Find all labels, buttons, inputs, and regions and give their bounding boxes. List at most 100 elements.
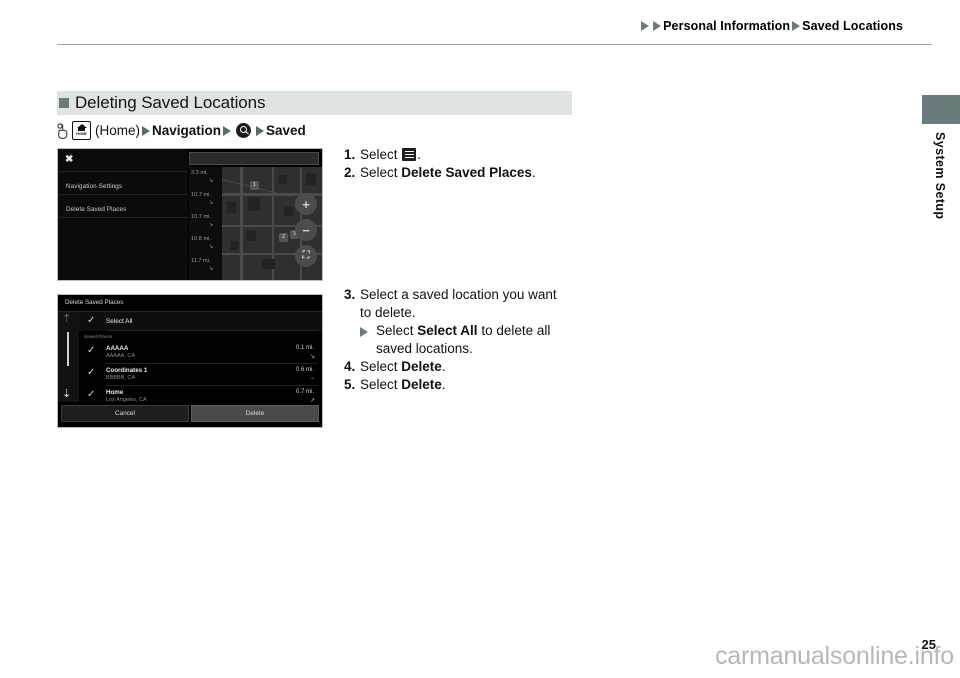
substep-arrow-icon [360, 327, 368, 337]
table-row[interactable]: ✓ Coordinates 1 BBBBB, CA 0.6 mi. → [79, 364, 322, 386]
checkmark-icon[interactable]: ✓ [87, 346, 97, 356]
saved-place-address: BBBBB, CA [106, 375, 136, 381]
path-arrow-icon [256, 125, 265, 136]
menu-item-navigation-settings[interactable]: Navigation Settings [66, 183, 122, 190]
step-1-text: Select [360, 147, 398, 162]
distance-label: 10.8 mi. ↘ [191, 236, 214, 250]
hamburger-menu-icon [402, 148, 417, 161]
cancel-button[interactable]: Cancel [61, 404, 189, 422]
direction-arrow-icon: ↘ [309, 354, 315, 360]
zoom-in-icon[interactable]: + [295, 193, 317, 215]
direction-arrow-icon: → [309, 375, 315, 381]
table-row[interactable]: ✓ AAAAA AAAAA, CA 0.1 mi. ↘ [79, 342, 322, 364]
chapter-label: System Setup [933, 132, 947, 220]
step-4-pre: Select [360, 359, 402, 374]
saved-place-name: Coordinates 1 [106, 367, 148, 374]
substep-mid: to delete all [477, 323, 551, 338]
divider [58, 194, 188, 195]
dialog-title: Delete Saved Places [65, 299, 124, 306]
substep-bold: Select All [417, 323, 478, 338]
scroll-down-icon[interactable]: ⇣ [62, 389, 71, 400]
scrollbar[interactable]: ⇡ ⇣ [58, 312, 79, 402]
screenshot-navigation-menu: ✖ Navigation Settings Delete Saved Place… [57, 148, 323, 281]
menu-item-delete-saved-places[interactable]: Delete Saved Places [66, 206, 126, 213]
map-pin[interactable]: 2 [279, 233, 288, 242]
home-body [78, 127, 85, 131]
step-4: 4. Select Delete. [344, 358, 594, 376]
divider [58, 171, 188, 172]
breadcrumb-arrow-icon [653, 21, 662, 31]
group-label-saved-places: Saved Places [84, 334, 113, 339]
checkmark-icon[interactable]: ✓ [87, 316, 97, 326]
distance-label: 10.7 mi. ↘ [191, 192, 214, 206]
checkmark-icon[interactable]: ✓ [87, 368, 97, 378]
step-5: 5. Select Delete. [344, 376, 594, 394]
step-3-line1: Select a saved location you want [360, 287, 557, 302]
breadcrumb-item-personal-information: Personal Information [663, 19, 791, 33]
breadcrumb-item-saved-locations: Saved Locations [802, 19, 903, 33]
step-5-pre: Select [360, 377, 402, 392]
instruction-steps-1-2: 1. Select . 2. Select Delete Saved Places… [344, 146, 604, 182]
page-title: Deleting Saved Locations [75, 93, 266, 112]
delete-button[interactable]: Delete [191, 404, 319, 422]
step-2-pre: Select [360, 165, 402, 180]
step-1-period: . [417, 147, 422, 162]
breadcrumb-arrow-icon [792, 21, 801, 31]
direction-arrow-icon: ↘ [208, 222, 214, 228]
zoom-out-icon[interactable]: − [295, 219, 317, 241]
map-block [306, 173, 316, 185]
step-number: 3. [344, 287, 356, 302]
step-number: 2. [344, 165, 356, 180]
map-block [248, 197, 260, 211]
list-item-select-all[interactable]: ✓ Select All [79, 312, 322, 331]
path-home-text: (Home) [95, 123, 141, 138]
screenshot-delete-saved-places: Delete Saved Places ⇡ ⇣ ✓ Select All Sav… [57, 294, 323, 428]
nav-menu-panel: ✖ Navigation Settings Delete Saved Place… [58, 149, 188, 280]
substep-line2: saved locations. [376, 341, 473, 356]
header-divider [57, 44, 932, 45]
scrollbar-thumb[interactable] [67, 332, 69, 366]
path-arrow-icon [223, 125, 232, 136]
home-button-icon: HOME [72, 121, 91, 140]
saved-place-distance: 0.1 mi. [295, 345, 314, 351]
map-pin[interactable]: 1 [250, 181, 259, 190]
instruction-steps-3-5: 3. Select a saved location you want to de… [344, 286, 594, 394]
search-bar[interactable] [189, 152, 319, 165]
menu-path: HOME (Home) Navigation Saved [57, 121, 306, 140]
search-icon [236, 123, 252, 138]
hand-pointer-icon [57, 122, 68, 139]
breadcrumb: Personal Information Saved Locations [639, 19, 903, 33]
step-number: 4. [344, 359, 356, 374]
direction-arrow-icon: ↘ [208, 266, 214, 272]
breadcrumb-arrow-icon [641, 21, 650, 31]
step-2-post: . [531, 165, 536, 180]
scroll-up-icon[interactable]: ⇡ [62, 314, 71, 325]
page-number: 25 [921, 637, 936, 652]
distance-column: 3.3 mi. ↘ 10.7 mi. ↘ 10.7 mi. ↘ 10.8 mi. ↘ 1… [189, 167, 222, 280]
path-saved: Saved [266, 123, 306, 138]
select-all-label: Select All [106, 318, 133, 325]
step-3: 3. Select a saved location you want [344, 286, 594, 304]
map-view[interactable]: 1 2 3 + − ⛶ [222, 167, 322, 280]
step-3-substep: Select Select All to delete all [344, 322, 594, 340]
saved-place-address: AAAAA, CA [106, 353, 136, 359]
map-block [262, 259, 275, 269]
page-header: Personal Information Saved Locations [0, 0, 960, 50]
step-2-bold: Delete Saved Places [401, 165, 532, 180]
close-icon[interactable]: ✖ [65, 155, 73, 165]
path-navigation: Navigation [152, 123, 222, 138]
home-button-label: HOME [76, 131, 87, 136]
expand-icon[interactable]: ⛶ [295, 245, 317, 267]
step-number: 5. [344, 377, 356, 392]
checkmark-icon[interactable]: ✓ [87, 390, 97, 400]
path-arrow-icon [142, 125, 151, 136]
substep-pre: Select [376, 323, 418, 338]
saved-place-name: AAAAA [106, 345, 129, 352]
section-heading: Deleting Saved Locations [57, 91, 572, 115]
divider [58, 217, 188, 218]
step-4-post: . [441, 359, 446, 374]
saved-place-name: Home [106, 389, 124, 396]
step-4-bold: Delete [401, 359, 442, 374]
chapter-tab [922, 95, 960, 124]
step-5-bold: Delete [401, 377, 442, 392]
